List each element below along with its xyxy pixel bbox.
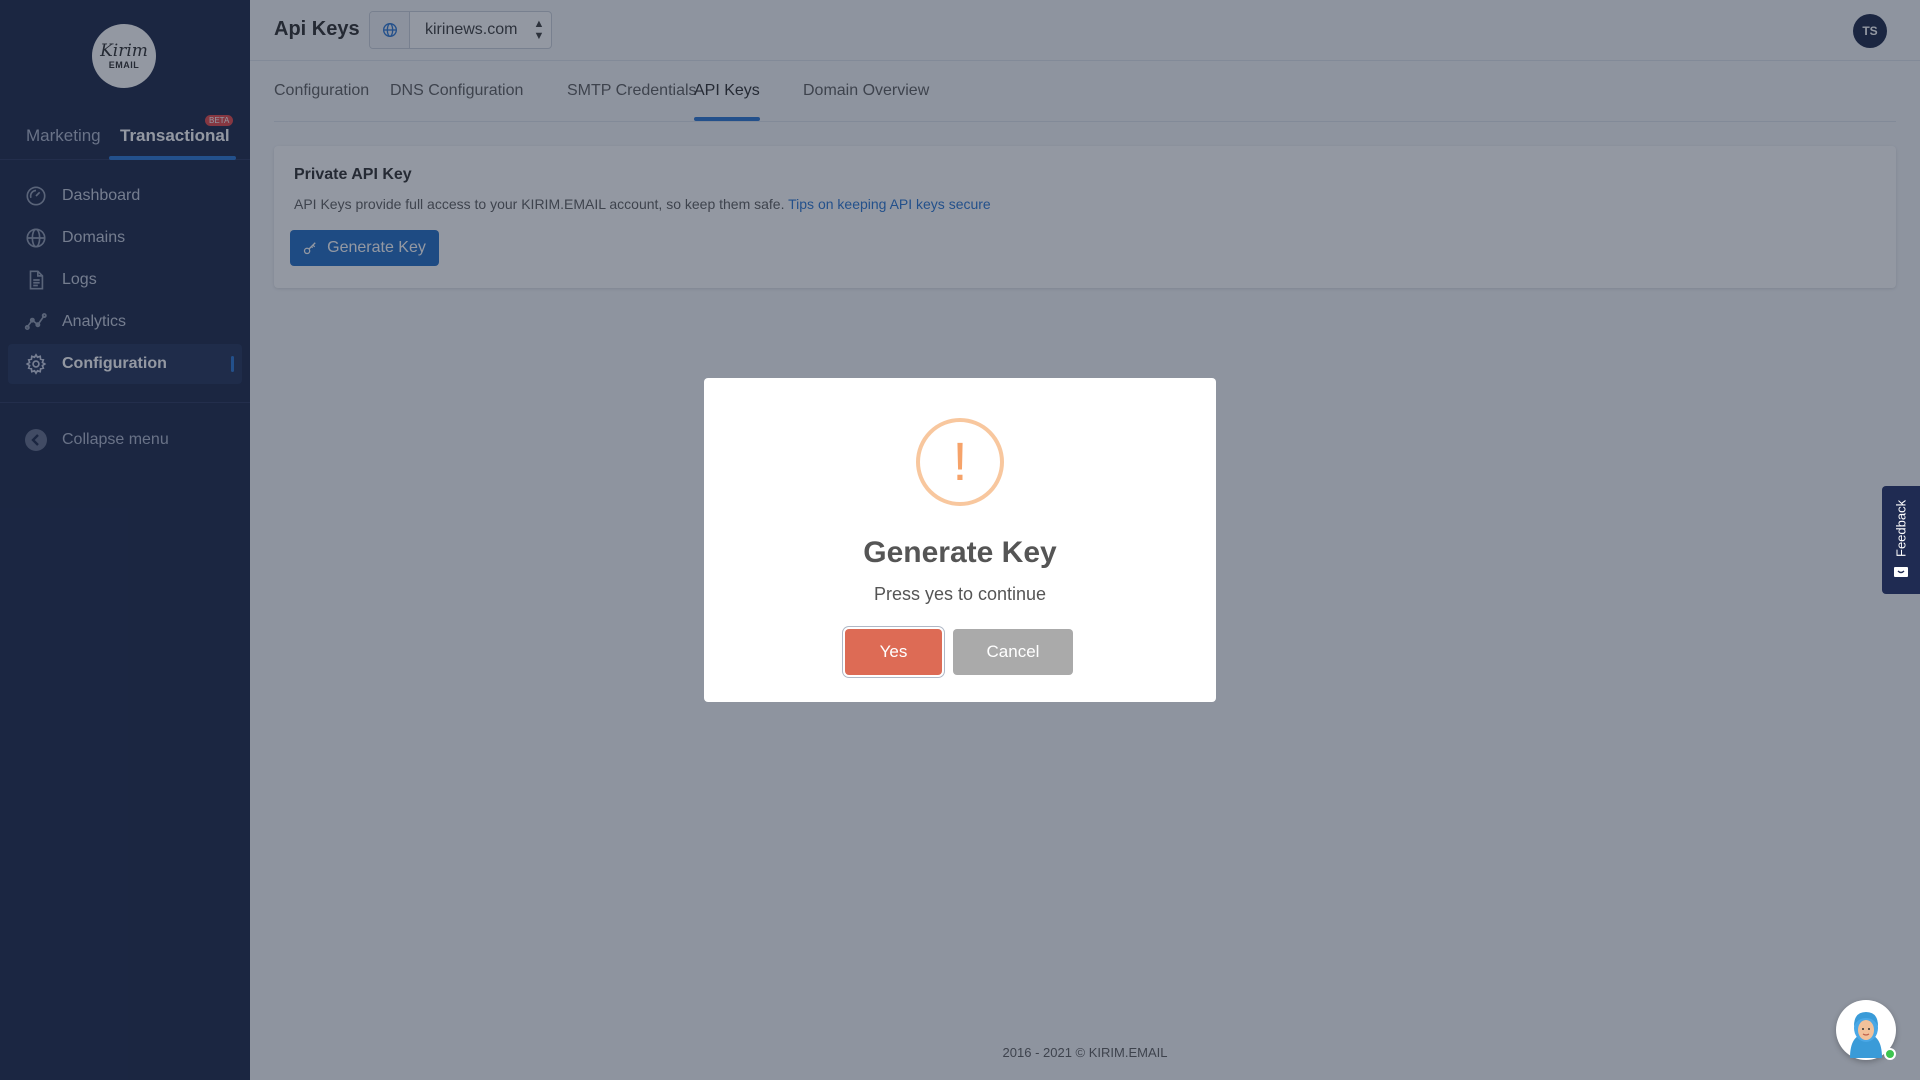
feedback-tab[interactable]: Feedback [1882,486,1920,594]
generate-key-confirm-dialog: ! Generate Key Press yes to continue Yes… [704,378,1216,702]
confirm-yes-button[interactable]: Yes [845,629,942,675]
cancel-button[interactable]: Cancel [953,629,1073,675]
dialog-title: Generate Key [863,536,1057,569]
dialog-message: Press yes to continue [873,584,1047,604]
online-status-indicator [1884,1048,1896,1060]
message-icon [1893,566,1909,580]
feedback-label: Feedback [1893,499,1909,557]
warning-icon: ! [916,418,1004,506]
chat-support-widget[interactable] [1836,1000,1896,1060]
